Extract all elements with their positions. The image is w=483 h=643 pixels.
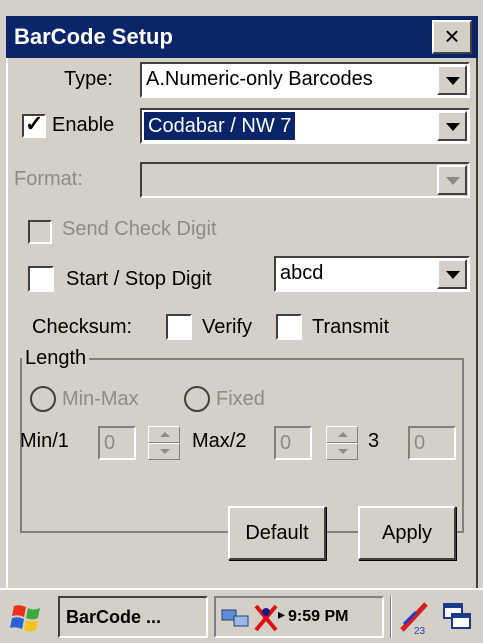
third-input-value: 0 <box>414 432 426 454</box>
spin-down-icon[interactable] <box>326 443 358 460</box>
window-title: BarCode Setup <box>14 24 173 49</box>
spin-down-icon[interactable] <box>148 443 180 460</box>
transmit-label: Transmit <box>312 316 390 338</box>
clock[interactable]: 9:59 PM <box>288 608 348 626</box>
chevron-down-icon[interactable] <box>437 259 467 289</box>
third-input[interactable]: 0 <box>408 426 456 460</box>
barcode-setup-window: BarCode Setup × Type: A.Numeric-only Bar… <box>0 0 483 643</box>
format-label: Format: <box>14 168 83 190</box>
enable-checkbox[interactable]: ✓ <box>22 111 46 138</box>
type-combo[interactable]: A.Numeric-only Barcodes <box>140 62 470 98</box>
start-stop-combo[interactable]: abcd <box>274 256 470 292</box>
min-input-value: 0 <box>104 432 116 454</box>
start-button[interactable] <box>6 600 50 636</box>
length-group-title: Length <box>22 347 90 370</box>
verify-checkbox[interactable] <box>166 314 192 340</box>
input-panel-icon[interactable]: 23 <box>396 598 432 636</box>
fixed-radio[interactable] <box>184 386 210 412</box>
chevron-down-icon[interactable] <box>437 111 467 141</box>
apply-button[interactable]: Apply <box>358 506 456 560</box>
windows-logo-icon <box>10 605 40 632</box>
title-bar: BarCode Setup × <box>6 16 478 58</box>
symbology-combo[interactable]: Codabar / NW 7 <box>140 108 470 144</box>
start-stop-label: Start / Stop Digit <box>66 268 212 290</box>
type-label: Type: <box>64 68 113 90</box>
chevron-down-icon[interactable] <box>437 165 467 195</box>
max-input-value: 0 <box>280 432 292 454</box>
symbology-combo-value: Codabar / NW 7 <box>144 112 296 140</box>
taskbar: BarCode ... ▸ 9:59 PM 23 <box>0 588 483 643</box>
default-button[interactable]: Default <box>228 506 326 560</box>
task-button-barcode[interactable]: BarCode ... <box>58 596 208 638</box>
start-stop-checkbox[interactable] <box>28 266 54 292</box>
switch-windows-icon[interactable] <box>440 600 474 634</box>
checkmark-icon: ✓ <box>25 111 44 136</box>
max-spinner[interactable] <box>326 426 358 460</box>
close-button[interactable]: × <box>432 20 472 54</box>
min-spinner[interactable] <box>148 426 180 460</box>
tray-separator <box>390 596 392 638</box>
minmax-radio[interactable] <box>30 386 56 412</box>
third-label: 3 <box>368 430 380 452</box>
send-check-digit-label: Send Check Digit <box>62 218 217 240</box>
setup-form: Type: A.Numeric-only Barcodes ✓ Enable C… <box>6 58 478 588</box>
chevron-down-icon[interactable] <box>437 65 467 95</box>
system-tray: ▸ 9:59 PM <box>214 596 384 638</box>
min-input[interactable]: 0 <box>98 426 136 460</box>
fixed-label: Fixed <box>216 388 265 410</box>
spin-up-icon[interactable] <box>148 426 180 443</box>
enable-label: Enable <box>52 114 115 136</box>
network-icon[interactable] <box>220 604 250 632</box>
max-input[interactable]: 0 <box>274 426 312 460</box>
max-label: Max/2 <box>192 430 247 452</box>
start-stop-combo-value: abcd <box>280 262 324 284</box>
send-check-digit-checkbox[interactable] <box>28 220 52 244</box>
format-combo[interactable] <box>140 162 470 198</box>
type-combo-value: A.Numeric-only Barcodes <box>146 68 373 90</box>
min-label: Min/1 <box>20 430 69 452</box>
transmit-checkbox[interactable] <box>276 314 302 340</box>
verify-label: Verify <box>202 316 253 338</box>
arrow-right-icon: ▸ <box>278 606 286 622</box>
spin-up-icon[interactable] <box>326 426 358 443</box>
checksum-label: Checksum: <box>32 316 133 338</box>
signal-off-icon[interactable] <box>252 602 280 634</box>
minmax-label: Min-Max <box>62 388 139 410</box>
svg-text:23: 23 <box>414 626 426 636</box>
